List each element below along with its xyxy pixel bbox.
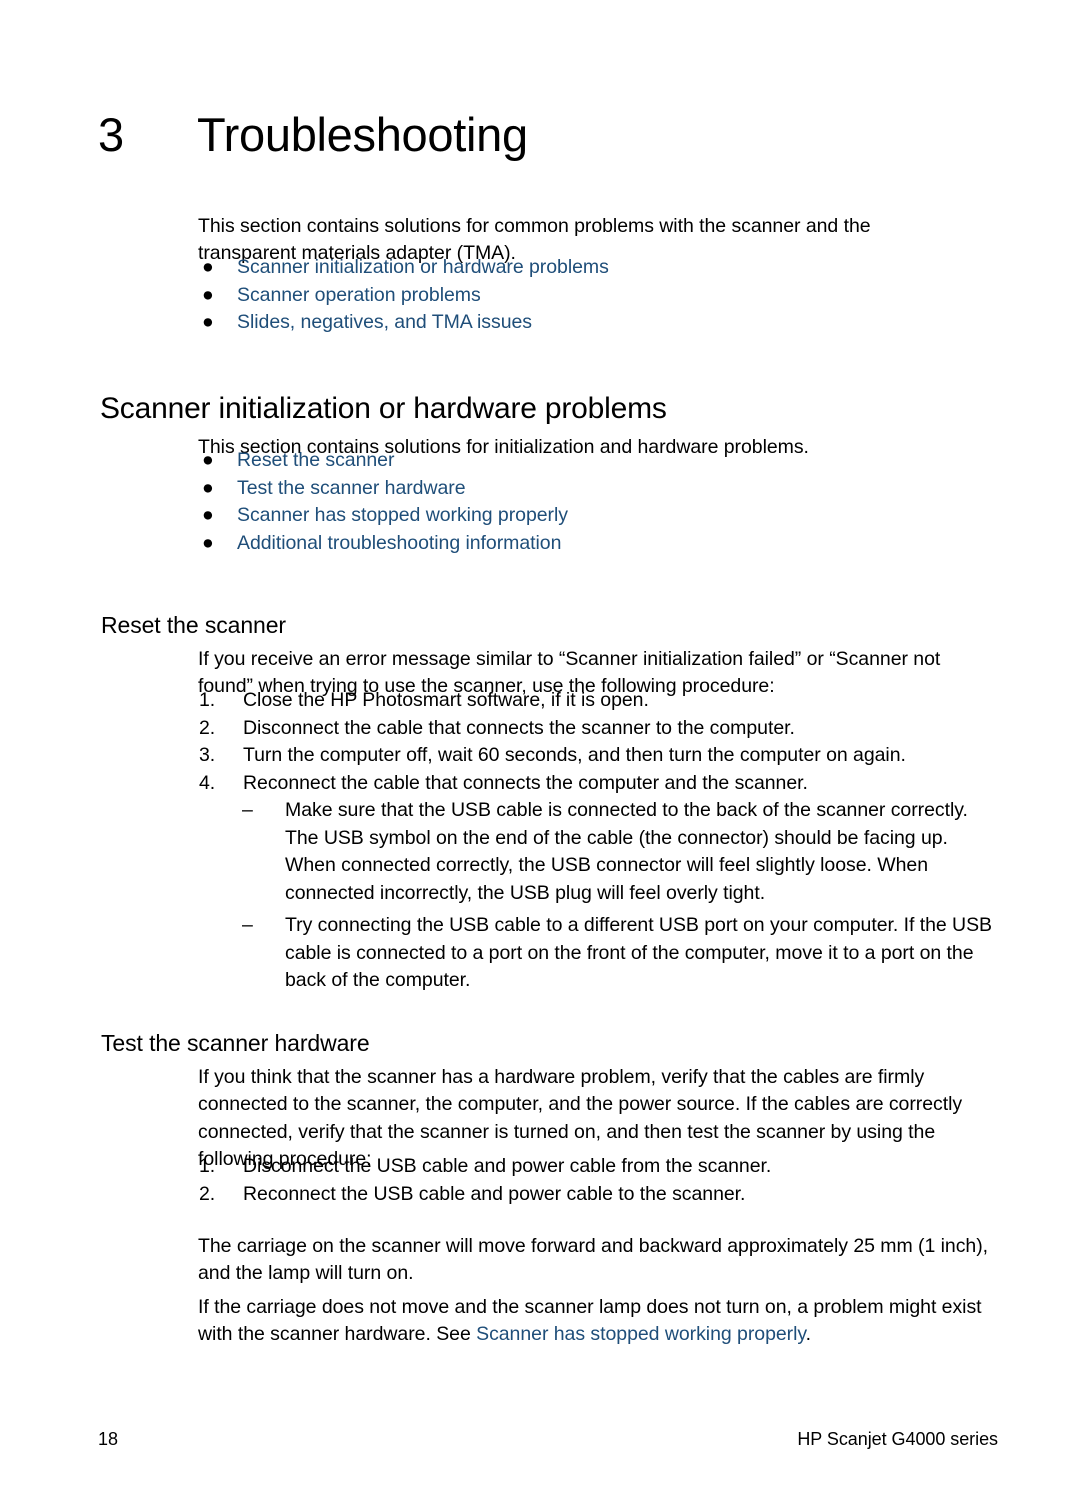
sub-item-text: Try connecting the USB cable to a differ… [285, 914, 992, 991]
step-text: Reconnect the USB cable and power cable … [243, 1182, 746, 1205]
step-marker: 3. [199, 744, 216, 766]
list-item: 1. Disconnect the USB cable and power ca… [198, 1153, 988, 1181]
list-item: 1. Close the HP Photosmart software, if … [198, 687, 988, 715]
bullet-icon: ● [202, 283, 214, 306]
list-item[interactable]: ● Test the scanner hardware [198, 475, 958, 503]
link-additional-troubleshooting-information[interactable]: Additional troubleshooting information [237, 532, 561, 554]
list-item[interactable]: ● Scanner has stopped working properly [198, 502, 958, 530]
document-page: 3 Troubleshooting This section contains … [0, 0, 1080, 1495]
dash-marker: – [242, 914, 253, 936]
bullet-icon: ● [202, 449, 214, 471]
step-text: Reconnect the cable that connects the co… [243, 771, 808, 794]
section-heading-scanner-initialization: Scanner initialization or hardware probl… [100, 391, 667, 425]
test-hardware-steps: 1. Disconnect the USB cable and power ca… [198, 1153, 988, 1208]
list-item[interactable]: ● Slides, negatives, and TMA issues [198, 309, 958, 337]
page-footer: 18 HP Scanjet G4000 series [98, 1428, 998, 1450]
bullet-icon: ● [202, 256, 214, 278]
step-marker: 1. [199, 1155, 216, 1177]
list-item: 2. Reconnect the USB cable and power cab… [198, 1181, 988, 1209]
link-slides-negatives-and-tma-issues[interactable]: Slides, negatives, and TMA issues [237, 311, 532, 333]
step-text: Disconnect the USB cable and power cable… [243, 1155, 772, 1177]
closing-paragraph: If the carriage does not move and the sc… [198, 1294, 1003, 1349]
step-marker: 2. [199, 1182, 216, 1205]
link-test-the-scanner-hardware[interactable]: Test the scanner hardware [237, 477, 466, 499]
subsection-heading-test-the-scanner-hardware: Test the scanner hardware [101, 1030, 370, 1056]
list-item[interactable]: ● Additional troubleshooting information [198, 530, 958, 558]
list-item: 3. Turn the computer off, wait 60 second… [198, 742, 988, 770]
carriage-paragraph: The carriage on the scanner will move fo… [198, 1234, 989, 1285]
chapter-number: 3 [98, 108, 125, 162]
link-scanner-has-stopped-working-properly[interactable]: Scanner has stopped working properly [237, 504, 568, 526]
list-item: 2. Disconnect the cable that connects th… [198, 715, 988, 743]
step-text: Disconnect the cable that connects the s… [243, 716, 795, 739]
closing-paragraph-suffix: . [805, 1323, 812, 1345]
section-link-list: ● Reset the scanner ● Test the scanner h… [198, 447, 958, 557]
bullet-icon: ● [202, 311, 214, 333]
intro-link-list: ● Scanner initialization or hardware pro… [198, 254, 958, 337]
footer-page-number: 18 [98, 1429, 118, 1449]
dash-marker: – [242, 799, 253, 821]
page-title: Troubleshooting [197, 108, 528, 162]
link-scanner-initialization-or-hardware-problems[interactable]: Scanner initialization or hardware probl… [237, 256, 609, 278]
sub-item-text: Make sure that the USB cable is connecte… [285, 799, 968, 904]
bullet-icon: ● [202, 476, 214, 499]
step-text: Turn the computer off, wait 60 seconds, … [243, 744, 906, 766]
bullet-icon: ● [202, 531, 214, 554]
list-item: – Make sure that the USB cable is connec… [242, 797, 998, 907]
link-scanner-has-stopped-working-properly-inline[interactable]: Scanner has stopped working properly [476, 1323, 806, 1345]
reset-scanner-sub-items: – Make sure that the USB cable is connec… [242, 797, 998, 995]
list-item[interactable]: ● Scanner initialization or hardware pro… [198, 254, 958, 282]
chapter-header: 3 Troubleshooting [98, 80, 998, 190]
step-marker: 4. [199, 771, 216, 794]
step-text: Close the HP Photosmart software, if it … [243, 689, 649, 711]
step-marker: 2. [199, 716, 216, 739]
footer-product-name: HP Scanjet G4000 series [797, 1429, 998, 1449]
list-item[interactable]: ● Reset the scanner [198, 447, 958, 475]
step-marker: 1. [199, 689, 216, 711]
link-scanner-operation-problems[interactable]: Scanner operation problems [237, 284, 481, 306]
list-item[interactable]: ● Scanner operation problems [198, 282, 958, 310]
subsection-heading-reset-the-scanner: Reset the scanner [101, 612, 286, 638]
bullet-icon: ● [202, 504, 214, 526]
list-item: – Try connecting the USB cable to a diff… [242, 912, 998, 995]
link-reset-the-scanner[interactable]: Reset the scanner [237, 449, 394, 471]
list-item: 4. Reconnect the cable that connects the… [198, 770, 988, 798]
reset-scanner-steps: 1. Close the HP Photosmart software, if … [198, 687, 988, 797]
